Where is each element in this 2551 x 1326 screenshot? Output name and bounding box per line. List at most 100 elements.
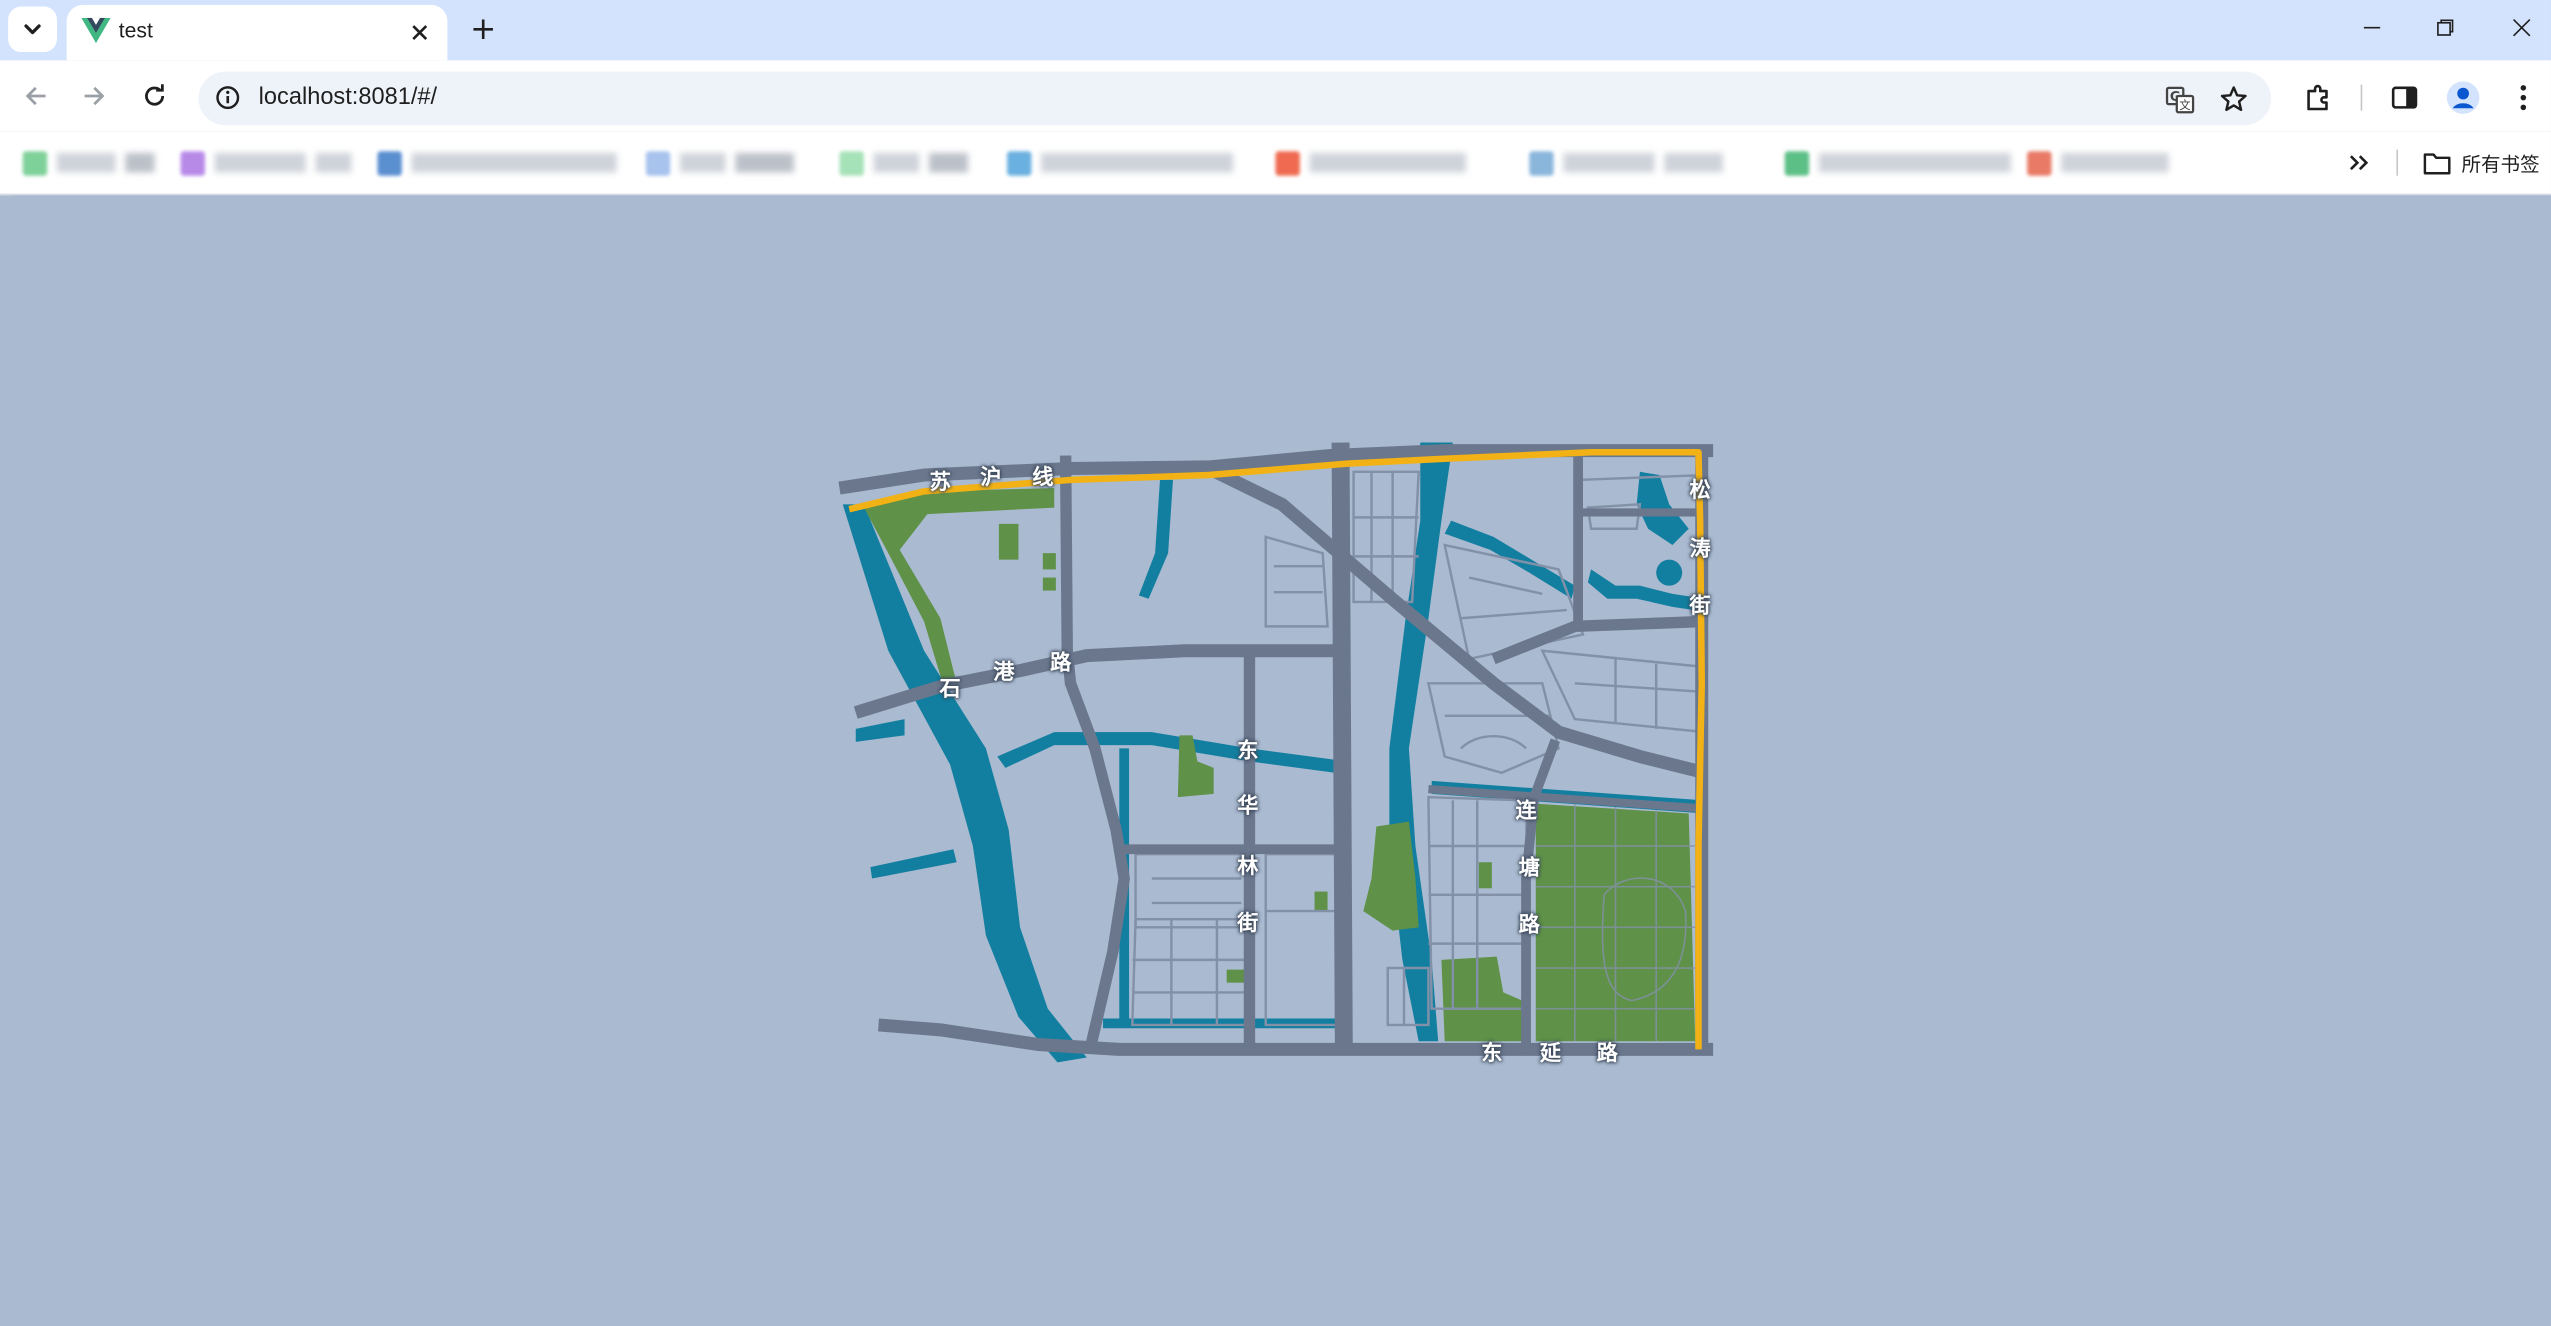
more-vert-icon xyxy=(2520,85,2527,111)
folder-icon xyxy=(2423,152,2451,174)
star-icon xyxy=(2220,86,2247,112)
tab-strip: test xyxy=(0,0,2551,61)
minimize-icon xyxy=(2363,26,2381,29)
extensions-button[interactable] xyxy=(2300,80,2336,116)
road-west-n xyxy=(1059,455,1130,1051)
canal-left xyxy=(1138,479,1173,599)
road-label-dongyan-2: 延 xyxy=(1539,1042,1562,1067)
close-icon xyxy=(412,25,428,40)
new-tab-button[interactable] xyxy=(465,11,501,47)
vue-logo-icon xyxy=(81,17,111,44)
arrow-right-icon xyxy=(84,86,105,106)
bookmark-item[interactable] xyxy=(377,146,617,179)
green-patch-3 xyxy=(1042,577,1056,591)
green-patch-9 xyxy=(1441,956,1527,1042)
road-label-suhu-2: 沪 xyxy=(980,466,1002,491)
info-icon xyxy=(216,86,240,110)
tab-search-button[interactable] xyxy=(8,6,57,53)
green-patch-7 xyxy=(1226,969,1247,983)
green-patch-1 xyxy=(998,523,1019,560)
bookmark-item[interactable] xyxy=(180,146,352,179)
green-patch-6 xyxy=(1314,891,1328,912)
puzzle-icon xyxy=(2307,84,2328,111)
road-label-shigang-2: 港 xyxy=(993,661,1015,686)
bookmark-item[interactable] xyxy=(22,146,155,179)
road-label-donghualin-1: 东 xyxy=(1237,739,1259,764)
road-label-donghualin-3: 林 xyxy=(1237,854,1259,880)
browser-tab[interactable]: test xyxy=(66,4,448,61)
close-window-button[interactable] xyxy=(2489,7,2551,49)
tab-close-button[interactable] xyxy=(405,18,434,47)
pond-sw xyxy=(870,849,957,879)
road-label-suhu-1: 苏 xyxy=(929,470,951,496)
green-patch-8 xyxy=(1478,862,1492,889)
road-label-dongyan-3: 路 xyxy=(1596,1042,1618,1067)
bookmark-item[interactable] xyxy=(839,146,969,179)
road-label-donghualin-2: 华 xyxy=(1237,794,1259,820)
toolbar-divider xyxy=(2360,84,2363,111)
bookmark-favicon-icon xyxy=(1275,150,1300,175)
site-info-button[interactable] xyxy=(213,83,242,112)
road-label-songtao-2: 涛 xyxy=(1689,537,1711,563)
river-east xyxy=(1389,442,1453,1042)
forward-button[interactable] xyxy=(73,75,115,117)
chevrons-right-icon xyxy=(2349,155,2369,171)
address-bar[interactable]: localhost:8081/#/ G 文 xyxy=(198,71,2272,126)
bookmark-favicon-icon xyxy=(839,150,864,175)
url-text[interactable]: localhost:8081/#/ xyxy=(259,85,437,111)
bookmark-item[interactable] xyxy=(645,146,794,179)
pond-ne xyxy=(1656,559,1683,586)
map-canvas[interactable] xyxy=(13,195,2551,1326)
bookmarks-overflow-button[interactable] xyxy=(2343,146,2376,179)
road-label-dongyan-1: 东 xyxy=(1481,1042,1503,1067)
restore-button[interactable] xyxy=(2413,7,2478,49)
road-label-liantang-1: 连 xyxy=(1515,799,1537,825)
page-content: 苏 沪 线 石 港 路 东 华 林 街 连 塘 路 东 延 路 松 涛 街 xyxy=(13,195,2551,1326)
road-label-liantang-3: 路 xyxy=(1518,913,1540,938)
bookmark-item[interactable] xyxy=(1784,146,2011,179)
bookmark-favicon-icon xyxy=(1007,150,1032,175)
side-panel-button[interactable] xyxy=(2387,80,2423,116)
road-label-songtao-1: 松 xyxy=(1689,479,1711,504)
bookmark-item[interactable] xyxy=(1275,146,1466,179)
avatar-icon xyxy=(2446,81,2480,114)
bookmarks-divider xyxy=(2396,149,2399,176)
all-bookmarks-folder[interactable]: 所有书签 xyxy=(2422,146,2540,179)
road-central xyxy=(1331,442,1353,1050)
bookmarks-bar: 所有书签 xyxy=(0,131,2551,196)
svg-text:文: 文 xyxy=(2179,98,2190,112)
road-label-liantang-2: 塘 xyxy=(1518,856,1540,881)
reload-icon xyxy=(145,84,165,106)
profile-button[interactable] xyxy=(2445,80,2481,116)
browser-toolbar: localhost:8081/#/ G 文 xyxy=(0,60,2551,132)
bookmark-favicon-icon xyxy=(2027,150,2052,175)
bookmark-favicon-icon xyxy=(22,150,48,175)
bookmark-item[interactable] xyxy=(2027,146,2169,179)
pond-w xyxy=(855,719,905,742)
all-bookmarks-label: 所有书签 xyxy=(2461,152,2540,175)
canal-ne2 xyxy=(1587,569,1705,612)
back-button[interactable] xyxy=(15,75,57,117)
road-label-shigang-1: 石 xyxy=(939,677,961,703)
bookmark-item[interactable] xyxy=(1529,146,1723,179)
reload-button[interactable] xyxy=(133,75,175,117)
chevron-down-icon xyxy=(24,24,41,35)
road-ne-e xyxy=(1491,615,1706,665)
menu-button[interactable] xyxy=(2505,80,2541,116)
bookmark-favicon-icon xyxy=(1784,150,1810,175)
minimize-button[interactable] xyxy=(2339,7,2404,49)
road-label-donghualin-4: 街 xyxy=(1237,911,1259,937)
river-branch xyxy=(997,732,1348,775)
bookmark-favicon-icon xyxy=(1529,150,1554,175)
canal-s xyxy=(1103,1018,1348,1029)
bookmark-favicon-icon xyxy=(645,150,671,175)
translate-icon: G 文 xyxy=(2165,86,2195,114)
bookmark-item[interactable] xyxy=(1007,146,1234,179)
bookmark-star-button[interactable] xyxy=(2217,83,2250,116)
green-patch-2 xyxy=(1042,553,1056,570)
road-label-songtao-3: 街 xyxy=(1689,594,1711,620)
translate-button[interactable]: G 文 xyxy=(2164,83,2197,116)
tab-title: test xyxy=(118,17,153,43)
restore-icon xyxy=(2437,19,2454,36)
bookmark-favicon-icon xyxy=(180,150,205,175)
